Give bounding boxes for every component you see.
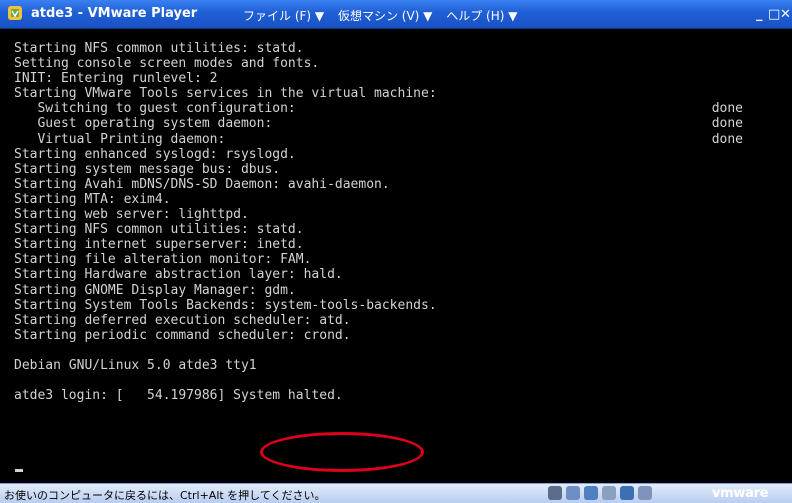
console-status: done — [711, 131, 743, 147]
console-line-text: Starting NFS common utilities: statd. — [14, 41, 304, 56]
console-line-text: Starting periodic command scheduler: cro… — [14, 327, 351, 343]
console-line: Starting system message bus: dbus. — [14, 162, 792, 177]
console-line: Virtual Printing daemon: done — [14, 132, 792, 147]
window-title: atde3 - VMware Player — [31, 6, 198, 21]
sound-card-icon[interactable] — [620, 486, 634, 500]
console-line-text: Starting MTA: exim4. — [14, 191, 171, 207]
console-line: Starting Hardware abstraction layer: hal… — [14, 267, 792, 282]
console-line-text: Starting NFS common utilities: statd. — [14, 222, 304, 238]
console-line: Starting periodic command scheduler: cro… — [14, 328, 792, 343]
console-line-text: Starting web server: lighttpd. — [14, 207, 249, 223]
console-line: Starting MTA: exim4. — [14, 192, 792, 207]
console-line: Starting Avahi mDNS/DNS-SD Daemon: avahi… — [14, 177, 792, 192]
console-line-text: Starting VMware Tools services in the vi… — [14, 86, 437, 102]
menu-help[interactable]: ヘルプ (H) ▼ — [446, 9, 517, 23]
console-line: Starting enhanced syslogd: rsyslogd. — [14, 147, 792, 162]
console-line: Starting GNOME Display Manager: gdm. — [14, 283, 792, 298]
vmware-player-icon — [8, 6, 22, 20]
console-line: Starting file alteration monitor: FAM. — [14, 252, 792, 267]
release-input-hint: お使いのコンピュータに戻るには、Ctrl+Alt を押してください。 — [4, 489, 326, 502]
console-line-text: Starting enhanced syslogd: rsyslogd. — [14, 146, 296, 162]
console-line: Starting System Tools Backends: system-t… — [14, 298, 792, 313]
console-line: Starting internet superserver: inetd. — [14, 237, 792, 252]
network-adapter-icon[interactable] — [584, 486, 598, 500]
title-bar[interactable]: atde3 - VMware Player ファイル (F) ▼ 仮想マシン (… — [0, 0, 792, 29]
console-line-text: Guest operating system daemon: — [14, 116, 273, 132]
vmware-logo: vmware — [712, 486, 769, 501]
menu-vm[interactable]: 仮想マシン (V) ▼ — [338, 9, 432, 23]
console-status: done — [711, 101, 743, 117]
minimize-button[interactable]: _ — [756, 8, 763, 21]
console-line: Switching to guest configuration: done — [14, 101, 792, 116]
console-line-text: INIT: Entering runlevel: 2 — [14, 71, 218, 87]
console-line-text: Virtual Printing daemon: — [14, 131, 226, 147]
close-button[interactable]: ✕ — [780, 8, 791, 21]
hard-disk-icon[interactable] — [548, 486, 562, 500]
console-line: Setting console screen modes and fonts. — [14, 56, 792, 71]
console-line-text: Starting system message bus: dbus. — [14, 161, 281, 177]
printer-icon[interactable] — [638, 486, 652, 500]
maximize-button[interactable]: □ — [768, 8, 780, 21]
console-line: INIT: Entering runlevel: 2 — [14, 71, 792, 86]
console-line-text: Starting file alteration monitor: FAM. — [14, 252, 312, 268]
console-line-text: Starting System Tools Backends: system-t… — [14, 297, 437, 313]
console-line-text: Starting Hardware abstraction layer: hal… — [14, 267, 343, 283]
console-line-text: Starting internet superserver: inetd. — [14, 237, 304, 253]
console-status: done — [711, 116, 743, 132]
cd-drive-icon[interactable] — [566, 486, 580, 500]
console-line-text: Debian GNU/Linux 5.0 atde3 tty1 — [14, 357, 257, 373]
console-line-text: atde3 login: [ 54.197986] System halted. — [14, 388, 343, 404]
console-line-text: Starting Avahi mDNS/DNS-SD Daemon: avahi… — [14, 176, 390, 192]
menu-file[interactable]: ファイル (F) ▼ — [243, 9, 324, 23]
usb-device-icon[interactable] — [602, 486, 616, 500]
console-line-text: Switching to guest configuration: — [14, 101, 296, 117]
console-line: Starting VMware Tools services in the vi… — [14, 86, 792, 101]
console-line: Starting NFS common utilities: statd. — [14, 41, 792, 56]
console-line-text: Setting console screen modes and fonts. — [14, 56, 320, 72]
console-line: Starting NFS common utilities: statd. — [14, 222, 792, 237]
menu-bar: ファイル (F) ▼ 仮想マシン (V) ▼ ヘルプ (H) ▼ — [243, 7, 527, 24]
console-line-text: Starting GNOME Display Manager: gdm. — [14, 282, 296, 298]
vm-console[interactable]: Starting NFS common utilities: statd. Set… — [14, 41, 792, 483]
console-line: Debian GNU/Linux 5.0 atde3 tty1 — [14, 358, 792, 373]
console-line: Guest operating system daemon: done — [14, 116, 792, 131]
console-line-text: Starting deferred execution scheduler: a… — [14, 312, 351, 328]
console-line: Starting web server: lighttpd. — [14, 207, 792, 222]
console-cursor — [15, 469, 23, 472]
console-line: atde3 login: [ 54.197986] System halted. — [14, 388, 792, 403]
device-tray — [548, 486, 652, 500]
console-line: Starting deferred execution scheduler: a… — [14, 313, 792, 328]
status-bar: お使いのコンピュータに戻るには、Ctrl+Alt を押してください。 vmwar… — [0, 483, 792, 503]
